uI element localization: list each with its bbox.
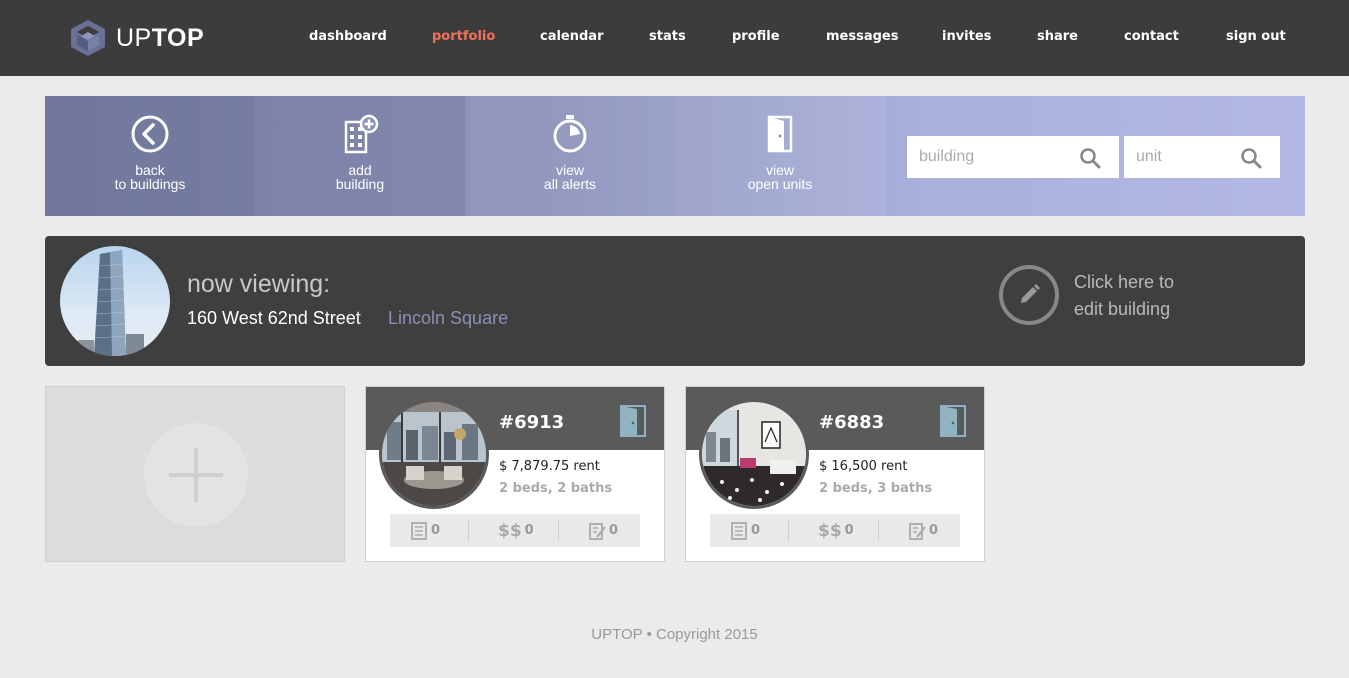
edit-building-label: Click here to edit building — [1074, 272, 1175, 319]
unit-photo — [699, 399, 809, 509]
logo-text: UPTOP — [116, 23, 205, 52]
back-to-buildings-label: back to buildings — [114, 162, 186, 192]
nav-dashboard[interactable]: dashboard — [309, 29, 387, 44]
payments-count: 0 — [524, 523, 534, 538]
add-building-button[interactable]: add building — [255, 96, 465, 216]
add-unit-card[interactable] — [45, 386, 345, 562]
notes-stat[interactable]: 0 — [588, 514, 618, 547]
nav-profile[interactable]: profile — [732, 29, 780, 44]
now-viewing-label: now viewing: — [187, 270, 331, 298]
unit-card[interactable]: #6913 $ 7,879.75 rent 2 beds, 2 baths 0 … — [365, 386, 665, 562]
nav-invites[interactable]: invites — [942, 29, 991, 44]
building-panel: now viewing: 160 West 62nd Street Lincol… — [45, 236, 1305, 366]
door-icon[interactable] — [620, 405, 646, 437]
nav-share[interactable]: share — [1037, 29, 1078, 44]
nav-stats[interactable]: stats — [649, 29, 686, 44]
notes-count: 0 — [929, 523, 939, 538]
unit-beds-baths: 2 beds, 2 baths — [499, 481, 613, 496]
action-bar: back to buildings add building view all ale… — [45, 96, 1305, 216]
door-icon[interactable] — [940, 405, 966, 437]
edit-building-button[interactable]: Click here to edit building — [999, 265, 1239, 327]
divider — [558, 520, 559, 541]
back-circle-icon — [131, 115, 169, 153]
unit-rent: $ 16,500 rent — [819, 459, 908, 474]
pencil-icon — [1021, 284, 1040, 303]
ledger-icon — [411, 521, 427, 540]
unit-number: #6913 — [499, 412, 565, 433]
unit-search — [1124, 136, 1280, 178]
view-all-alerts-button[interactable]: view all alerts — [465, 96, 675, 216]
nav-contact[interactable]: contact — [1124, 29, 1179, 44]
ledger-count: 0 — [751, 523, 761, 538]
logo-cube-icon — [71, 20, 105, 56]
plus-icon — [144, 423, 248, 527]
dollar-icon: $$ — [498, 520, 522, 541]
unit-photo — [379, 399, 489, 509]
logo[interactable]: UPTOP — [68, 18, 218, 58]
payments-count: 0 — [844, 523, 854, 538]
add-building-icon — [344, 114, 379, 154]
building-photo — [60, 246, 170, 356]
ledger-icon — [731, 521, 747, 540]
notes-icon — [909, 522, 926, 540]
nav-portfolio[interactable]: portfolio — [432, 29, 495, 44]
ledger-stat[interactable]: 0 — [410, 514, 440, 547]
ledger-stat[interactable]: 0 — [730, 514, 760, 547]
divider — [468, 520, 469, 541]
neighborhood-link[interactable]: Lincoln Square — [388, 308, 508, 329]
interior-image — [382, 402, 486, 506]
unit-stats-bar: 0 $$ 0 0 — [710, 514, 960, 547]
ledger-count: 0 — [431, 523, 441, 538]
divider — [788, 520, 789, 541]
payments-stat[interactable]: $$ 0 — [498, 514, 534, 547]
divider — [878, 520, 879, 541]
unit-search-input[interactable] — [1124, 136, 1239, 178]
building-search-input[interactable] — [907, 136, 1077, 178]
unit-number: #6883 — [819, 412, 885, 433]
view-all-alerts-label: view all alerts — [543, 162, 597, 192]
stopwatch-icon — [553, 115, 587, 153]
notes-icon — [589, 522, 606, 540]
notes-count: 0 — [609, 523, 619, 538]
building-search — [907, 136, 1119, 178]
view-open-units-button[interactable]: view open units — [675, 96, 885, 216]
nav-calendar[interactable]: calendar — [540, 29, 604, 44]
payments-stat[interactable]: $$ 0 — [818, 514, 854, 547]
notes-stat[interactable]: 0 — [908, 514, 938, 547]
unit-rent: $ 7,879.75 rent — [499, 459, 600, 474]
edit-circle — [999, 265, 1059, 325]
skyscraper-image — [78, 250, 144, 356]
search-icon[interactable] — [1079, 147, 1101, 169]
top-navbar: UPTOP dashboard portfolio calendar stats… — [0, 0, 1349, 76]
unit-stats-bar: 0 $$ 0 0 — [390, 514, 640, 547]
nav-messages[interactable]: messages — [826, 29, 898, 44]
unit-beds-baths: 2 beds, 3 baths — [819, 481, 933, 496]
door-icon — [767, 115, 793, 153]
view-open-units-label: view open units — [747, 162, 813, 192]
back-to-buildings-button[interactable]: back to buildings — [45, 96, 255, 216]
unit-card[interactable]: #6883 $ 16,500 rent 2 beds, 3 baths 0 $$… — [685, 386, 985, 562]
add-building-label: add building — [335, 162, 385, 192]
nav-sign-out[interactable]: sign out — [1226, 29, 1286, 44]
dollar-icon: $$ — [818, 520, 842, 541]
interior-image — [702, 402, 806, 506]
building-address: 160 West 62nd Street — [187, 308, 361, 328]
search-icon[interactable] — [1240, 147, 1262, 169]
footer-copyright: UPTOP • Copyright 2015 — [591, 626, 758, 643]
